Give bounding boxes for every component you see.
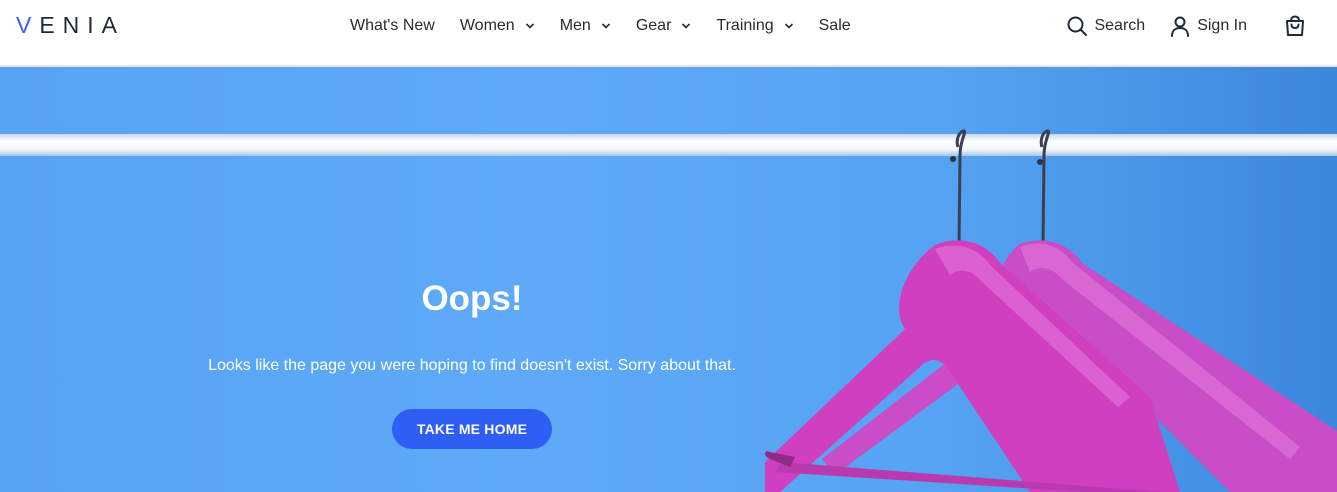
- nav-item-whats-new[interactable]: What's New: [350, 17, 435, 35]
- logo-rest: ENIA: [39, 11, 126, 38]
- chevron-down-icon: [784, 23, 793, 29]
- search-button[interactable]: Search: [1066, 15, 1145, 37]
- nav-item-sale[interactable]: Sale: [819, 17, 851, 35]
- sign-in-button[interactable]: Sign In: [1169, 15, 1247, 37]
- nav-item-label: Men: [559, 17, 591, 34]
- venia-logo[interactable]: V ENIA: [16, 12, 125, 38]
- nav-item-women[interactable]: Women: [460, 17, 535, 35]
- nav-item-label: Gear: [635, 17, 672, 34]
- chevron-down-icon: [525, 23, 534, 29]
- page-title: Oops!: [421, 279, 523, 318]
- chevron-down-icon: [601, 23, 610, 29]
- main-navigation: What's New Women Men Gear Training Sale: [350, 13, 876, 39]
- nav-item-gear[interactable]: Gear: [636, 17, 692, 35]
- chevron-down-icon: [682, 23, 691, 29]
- nav-item-label: Women: [459, 17, 515, 34]
- nav-item-men[interactable]: Men: [560, 17, 611, 35]
- nav-item-label: What's New: [350, 17, 435, 34]
- site-header: V ENIA What's New Women Men Gear Training…: [0, 0, 1337, 67]
- search-icon: [1067, 16, 1088, 36]
- logo-v: V: [16, 11, 40, 38]
- header-actions: Search Sign In: [1042, 12, 1307, 40]
- cart-button[interactable]: [1283, 14, 1307, 38]
- user-icon: [1171, 16, 1190, 37]
- nav-item-label: Sale: [818, 17, 851, 34]
- search-label: Search: [1094, 17, 1146, 34]
- sign-in-label: Sign In: [1197, 17, 1247, 34]
- error-message: Looks like the page you were hoping to f…: [208, 357, 736, 374]
- nav-item-training[interactable]: Training: [716, 17, 793, 35]
- take-me-home-button[interactable]: TAKE ME HOME: [392, 409, 552, 449]
- error-hero: Oops! Looks like the page you were hopin…: [0, 67, 1337, 492]
- nav-item-label: Training: [716, 17, 774, 34]
- shopping-bag-icon: [1286, 15, 1304, 36]
- error-content: Oops! Looks like the page you were hopin…: [196, 279, 748, 449]
